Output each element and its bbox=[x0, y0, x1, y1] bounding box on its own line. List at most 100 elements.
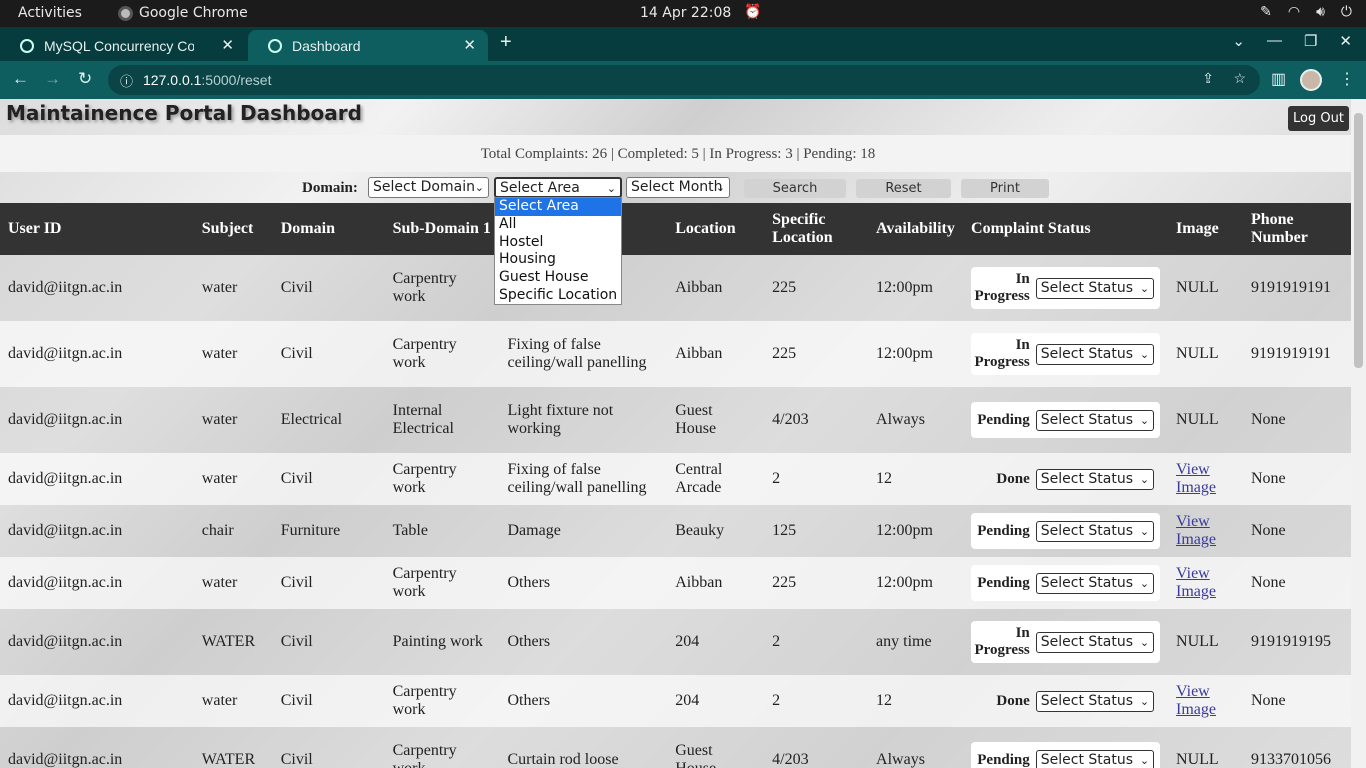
cell-status: Done Select Status ⌄ bbox=[963, 453, 1169, 505]
view-image-link[interactable]: View Image bbox=[1176, 565, 1216, 600]
cell-domain: Furniture bbox=[272, 505, 385, 557]
cell-user: david@iitgn.ac.in bbox=[0, 675, 194, 727]
status-select[interactable]: Select Status ⌄ bbox=[1035, 409, 1155, 431]
tab-search-icon[interactable]: ⌄ bbox=[1232, 32, 1245, 50]
column-header: Subject bbox=[193, 203, 273, 255]
tab-dashboard[interactable]: Dashboard ✕ bbox=[248, 30, 488, 61]
clock[interactable]: 14 Apr 22:08 bbox=[640, 5, 731, 21]
column-header: Availability bbox=[868, 203, 964, 255]
print-button[interactable]: Print bbox=[961, 179, 1049, 198]
cell-subject: WATER bbox=[193, 727, 273, 768]
cell-phone: None bbox=[1242, 453, 1351, 505]
area-option[interactable]: Housing bbox=[495, 251, 621, 269]
view-image-link[interactable]: View Image bbox=[1176, 683, 1216, 718]
status-box: Pending Select Status ⌄ bbox=[971, 402, 1161, 438]
cell-spec: 2 bbox=[764, 609, 869, 675]
table-row: david@iitgn.ac.in WATER Civil Painting work… bbox=[0, 609, 1351, 675]
area-option[interactable]: Specific Location bbox=[495, 287, 621, 305]
globe-icon bbox=[20, 38, 34, 53]
app-name: Google Chrome bbox=[139, 5, 248, 21]
activities-button[interactable]: Activities bbox=[18, 5, 82, 21]
cell-user: david@iitgn.ac.in bbox=[0, 609, 194, 675]
cell-location: Aibban bbox=[667, 321, 765, 387]
cell-domain: Civil bbox=[272, 453, 385, 505]
status-select[interactable]: Select Status ⌄ bbox=[1035, 690, 1155, 712]
close-icon[interactable]: ✕ bbox=[463, 36, 476, 54]
reload-icon[interactable]: ↻ bbox=[78, 69, 92, 89]
app-menu[interactable]: Google Chrome bbox=[118, 5, 248, 21]
column-header: User ID bbox=[0, 203, 194, 255]
cell-image: NULL bbox=[1168, 609, 1243, 675]
area-select[interactable]: Select Area ⌄ bbox=[494, 177, 622, 198]
status-box: Pending Select Status ⌄ bbox=[971, 742, 1161, 768]
status-select[interactable]: Select Status ⌄ bbox=[1035, 520, 1155, 542]
status-select[interactable]: Select Status ⌄ bbox=[1035, 277, 1155, 299]
view-image-link[interactable]: View Image bbox=[1176, 513, 1216, 548]
area-select-value: Select Area bbox=[500, 180, 580, 196]
cell-subject: water bbox=[193, 453, 273, 505]
status-badge: Pending bbox=[977, 411, 1030, 428]
site-info-icon[interactable]: ⓘ bbox=[120, 71, 133, 90]
cell-spec: 4/203 bbox=[764, 727, 869, 768]
cell-avail: Always bbox=[868, 387, 964, 453]
cell-status: Pending Select Status ⌄ bbox=[963, 387, 1169, 453]
view-image-link[interactable]: View Image bbox=[1176, 461, 1216, 496]
table-row: david@iitgn.ac.in water Civil Carpentry wor… bbox=[0, 557, 1351, 609]
side-panel-icon[interactable]: ▥ bbox=[1271, 69, 1286, 89]
cell-sub1: Carpentry work bbox=[384, 557, 500, 609]
complaints-table: User ID Subject Domain Sub-Domain 1 Sub-… bbox=[0, 203, 1351, 768]
maximize-button[interactable]: ❐ bbox=[1304, 32, 1317, 50]
status-select[interactable]: Select Status ⌄ bbox=[1035, 343, 1155, 365]
logout-button[interactable]: Log Out bbox=[1288, 106, 1349, 131]
domain-select[interactable]: Select Domain ⌄ bbox=[368, 177, 489, 198]
status-select[interactable]: Select Status ⌄ bbox=[1035, 749, 1155, 768]
table-row: david@iitgn.ac.inWATERCivilCarpentry wor… bbox=[0, 727, 1351, 768]
column-header: Image bbox=[1168, 203, 1243, 255]
cell-sub1: Carpentry work bbox=[384, 727, 500, 768]
status-badge: In Progress bbox=[974, 337, 1030, 370]
page-viewport: Maintainence Portal Dashboard Log Out To… bbox=[0, 99, 1366, 768]
cell-spec: 2 bbox=[764, 453, 869, 505]
cell-avail: 12 bbox=[868, 453, 964, 505]
chevron-down-icon: ⌄ bbox=[715, 181, 725, 194]
table-row: david@iitgn.ac.in water Civil Carpentry wor… bbox=[0, 321, 1351, 387]
area-option[interactable]: Guest House bbox=[495, 269, 621, 287]
bookmark-star-icon[interactable]: ☆ bbox=[1233, 70, 1246, 87]
cell-spec: 225 bbox=[764, 255, 869, 321]
area-option[interactable]: All bbox=[495, 216, 621, 234]
new-tab-button[interactable]: + bbox=[500, 31, 512, 54]
scrollbar-thumb[interactable] bbox=[1354, 113, 1363, 368]
minimize-button[interactable]: — bbox=[1267, 32, 1282, 50]
area-option[interactable]: Select Area bbox=[495, 198, 621, 216]
back-icon[interactable]: ← bbox=[12, 69, 29, 89]
chrome-icon bbox=[118, 5, 133, 21]
cell-sub2: Curtain rod loose bbox=[499, 727, 668, 768]
system-tray[interactable]: ✎ ◠ 🔊︎ ⏻ bbox=[1260, 4, 1352, 20]
status-select-label: Select Status bbox=[1040, 470, 1134, 487]
status-select-label: Select Status bbox=[1040, 345, 1134, 362]
reset-button[interactable]: Reset bbox=[856, 179, 951, 198]
forward-icon[interactable]: → bbox=[44, 69, 61, 89]
page-title: Maintainence Portal Dashboard bbox=[6, 101, 362, 125]
address-bar[interactable]: ⓘ 127.0.0.1 :5000/reset ⇪ ☆ bbox=[108, 65, 1260, 95]
close-icon[interactable]: ✕ bbox=[221, 36, 234, 54]
status-select[interactable]: Select Status ⌄ bbox=[1035, 572, 1155, 594]
status-box: In Progress Select Status ⌄ bbox=[971, 333, 1161, 375]
status-box: Done Select Status ⌄ bbox=[971, 461, 1160, 497]
menu-kebab-icon[interactable]: ⋮ bbox=[1339, 69, 1355, 89]
month-select[interactable]: Select Month ⌄ bbox=[626, 177, 730, 198]
cell-user: david@iitgn.ac.in bbox=[0, 557, 194, 609]
share-icon[interactable]: ⇪ bbox=[1202, 70, 1214, 87]
search-button[interactable]: Search bbox=[744, 179, 846, 198]
status-select[interactable]: Select Status ⌄ bbox=[1035, 468, 1155, 490]
page-scrollbar[interactable] bbox=[1351, 99, 1366, 768]
tab-mysql[interactable]: MySQL Concurrency Cont ✕ bbox=[0, 30, 246, 61]
close-window-button[interactable]: ✕ bbox=[1339, 32, 1352, 50]
profile-avatar[interactable] bbox=[1300, 69, 1322, 91]
status-select[interactable]: Select Status ⌄ bbox=[1035, 631, 1155, 653]
cell-avail: 12:00pm bbox=[868, 505, 964, 557]
cell-sub2: Light fixture not working bbox=[499, 387, 668, 453]
area-option[interactable]: Hostel bbox=[495, 234, 621, 252]
cell-location: Central Arcade bbox=[667, 453, 765, 505]
cell-user: david@iitgn.ac.in bbox=[0, 505, 194, 557]
